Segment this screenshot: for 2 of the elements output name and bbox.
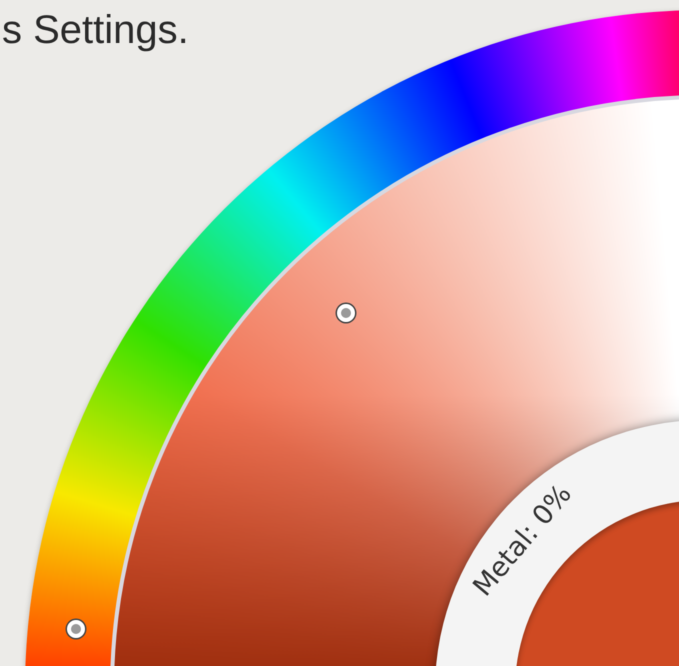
hue-handle[interactable] xyxy=(66,620,85,638)
color-handle[interactable] xyxy=(337,304,356,322)
